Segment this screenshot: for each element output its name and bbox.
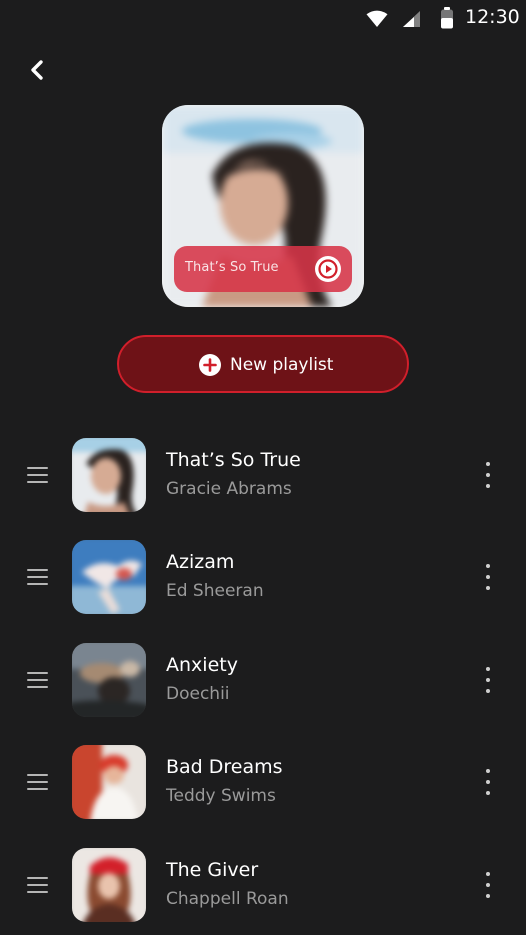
- album-thumbnail: [72, 847, 146, 922]
- cell-signal-icon: [403, 11, 420, 27]
- play-circle-icon[interactable]: [315, 256, 341, 282]
- wifi-icon: [366, 10, 388, 27]
- drag-handle-icon[interactable]: [27, 569, 49, 587]
- drag-handle-icon[interactable]: [27, 774, 49, 792]
- album-thumbnail: [72, 438, 146, 512]
- new-playlist-label: New playlist: [230, 355, 334, 375]
- song-artist: Doechii: [166, 683, 230, 704]
- drag-handle-icon[interactable]: [27, 876, 49, 895]
- song-title: The Giver: [166, 858, 259, 881]
- song-row[interactable]: Azizam Ed Sheeran: [0, 525, 526, 627]
- cover-play-pill[interactable]: That’s So True: [174, 246, 352, 292]
- battery-icon: [441, 7, 453, 29]
- album-thumbnail: [72, 540, 146, 615]
- more-options-icon[interactable]: [476, 459, 500, 491]
- song-row[interactable]: Bad Dreams Teddy Swims: [0, 730, 526, 832]
- back-button[interactable]: [22, 54, 54, 86]
- more-options-icon[interactable]: [476, 766, 500, 798]
- song-row[interactable]: That’s So True Gracie Abrams: [0, 423, 526, 525]
- song-title: Azizam: [166, 551, 235, 574]
- drag-handle-icon[interactable]: [27, 467, 49, 485]
- song-artist: Teddy Swims: [166, 786, 276, 807]
- song-row[interactable]: Anxiety Doechii: [0, 628, 526, 730]
- song-title: That’s So True: [166, 449, 301, 471]
- status-time: 12:30: [465, 6, 520, 28]
- song-title: Bad Dreams: [166, 756, 283, 779]
- playlist-cover[interactable]: That’s So True: [162, 105, 364, 307]
- album-thumbnail: [72, 642, 146, 717]
- song-artist: Ed Sheeran: [166, 581, 264, 602]
- more-options-icon[interactable]: [476, 561, 500, 593]
- playlist-screen: 12:30 That’s So True New playlist That’s…: [0, 0, 526, 935]
- new-playlist-button[interactable]: New playlist: [117, 335, 409, 393]
- song-list: That’s So True Gracie Abrams Azizam Ed S…: [0, 423, 526, 935]
- album-thumbnail: [72, 745, 146, 820]
- more-options-icon[interactable]: [476, 869, 500, 901]
- song-artist: Gracie Abrams: [166, 479, 292, 499]
- song-title: Anxiety: [166, 653, 238, 676]
- song-artist: Chappell Roan: [166, 888, 289, 909]
- drag-handle-icon[interactable]: [27, 671, 49, 690]
- chevron-left-icon: [31, 60, 43, 80]
- more-options-icon[interactable]: [476, 664, 500, 696]
- cover-title: That’s So True: [185, 260, 279, 275]
- song-row[interactable]: The Giver Chappell Roan: [0, 833, 526, 935]
- status-bar: 12:30: [0, 0, 526, 38]
- plus-circle-icon: [199, 354, 221, 376]
